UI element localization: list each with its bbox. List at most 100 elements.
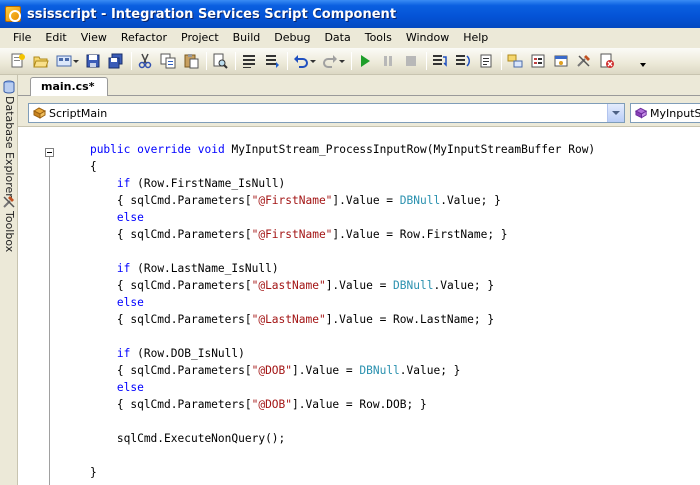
new-project-icon[interactable] xyxy=(56,53,72,69)
save-all-icon[interactable] xyxy=(108,53,124,69)
class-icon xyxy=(33,107,47,119)
code-token: (Row.FirstName_IsNull) xyxy=(130,177,286,190)
open-file-icon[interactable] xyxy=(33,53,49,69)
code-token: { sqlCmd.Parameters[ xyxy=(63,313,252,326)
menu-debug[interactable]: Debug xyxy=(267,28,317,48)
object-browser-icon[interactable] xyxy=(553,53,569,69)
code-token: } xyxy=(63,466,97,479)
code-token: ].Value = Row.DOB; } xyxy=(292,398,427,411)
toolbox-icon[interactable] xyxy=(576,53,592,69)
step-over-icon[interactable] xyxy=(455,53,471,69)
comment-icon[interactable] xyxy=(241,53,257,69)
code-token-kw: if xyxy=(116,347,131,360)
code-line[interactable]: else xyxy=(18,209,700,226)
code-line[interactable]: { sqlCmd.Parameters["@FirstName"].Value … xyxy=(18,226,700,243)
code-line[interactable]: { sqlCmd.Parameters["@FirstName"].Value … xyxy=(18,192,700,209)
code-editor[interactable]: public override void MyInputStream_Proce… xyxy=(18,127,700,485)
class-combo-value: ScriptMain xyxy=(49,106,108,120)
code-token-type: DBNull xyxy=(359,364,400,377)
code-token-str: "@LastName" xyxy=(251,313,326,326)
toolbar-overflow-button[interactable] xyxy=(638,52,648,70)
toolbar-separator xyxy=(287,52,288,70)
code-token: { sqlCmd.Parameters[ xyxy=(63,398,252,411)
code-line[interactable]: { sqlCmd.Parameters["@DOB"].Value = DBNu… xyxy=(18,362,700,379)
code-token-str: "@FirstName" xyxy=(251,194,333,207)
tab-main-cs[interactable]: main.cs* xyxy=(30,77,108,97)
database-explorer-tab[interactable]: Database Explorer xyxy=(1,77,17,198)
code-line[interactable]: { sqlCmd.Parameters["@DOB"].Value = Row.… xyxy=(18,396,700,413)
toolbar-separator xyxy=(351,52,352,70)
code-line[interactable]: sqlCmd.ExecuteNonQuery(); xyxy=(18,430,700,447)
menu-window[interactable]: Window xyxy=(399,28,456,48)
code-token: { xyxy=(63,160,97,173)
menu-edit[interactable]: Edit xyxy=(38,28,73,48)
code-line[interactable]: if (Row.FirstName_IsNull) xyxy=(18,175,700,192)
code-line[interactable]: public override void MyInputStream_Proce… xyxy=(18,141,700,158)
code-line[interactable]: { sqlCmd.Parameters["@LastName"].Value =… xyxy=(18,311,700,328)
code-line[interactable]: { sqlCmd.Parameters["@LastName"].Value =… xyxy=(18,277,700,294)
code-token: { sqlCmd.Parameters[ xyxy=(63,228,252,241)
code-token: sqlCmd.ExecuteNonQuery(); xyxy=(63,432,286,445)
code-line[interactable]: } xyxy=(18,464,700,481)
error-list-icon[interactable] xyxy=(599,53,615,69)
menu-refactor[interactable]: Refactor xyxy=(114,28,174,48)
undo-dropdown[interactable] xyxy=(310,53,316,69)
code-token: .Value; } xyxy=(399,364,461,377)
member-combo-value: MyInputSt xyxy=(650,106,700,120)
stop-icon[interactable] xyxy=(403,53,419,69)
toolbox-tab[interactable]: Toolbox xyxy=(1,192,17,252)
menu-project[interactable]: Project xyxy=(174,28,226,48)
code-line[interactable]: { xyxy=(18,158,700,175)
menu-data[interactable]: Data xyxy=(317,28,357,48)
uncomment-icon[interactable] xyxy=(264,53,280,69)
solution-explorer-icon[interactable] xyxy=(507,53,523,69)
undo-icon[interactable] xyxy=(293,53,309,69)
class-combo[interactable]: ScriptMain xyxy=(28,103,625,123)
code-line[interactable]: if (Row.DOB_IsNull) xyxy=(18,345,700,362)
code-line[interactable] xyxy=(18,447,700,464)
menu-help[interactable]: Help xyxy=(456,28,495,48)
window-title: ssisscript - Integration Services Script… xyxy=(27,6,397,22)
code-line[interactable] xyxy=(18,413,700,430)
code-token: ].Value = Row.FirstName; } xyxy=(332,228,508,241)
paste-icon[interactable] xyxy=(183,53,199,69)
menu-tools[interactable]: Tools xyxy=(358,28,399,48)
menu-view[interactable]: View xyxy=(74,28,114,48)
step-out-icon[interactable] xyxy=(478,53,494,69)
member-combo[interactable]: MyInputSt xyxy=(630,103,700,123)
new-project-dropdown[interactable] xyxy=(73,53,79,69)
code-line[interactable]: if (Row.LastName_IsNull) xyxy=(18,260,700,277)
code-line[interactable] xyxy=(18,243,700,260)
code-token-kw: else xyxy=(116,296,144,309)
menu-build[interactable]: Build xyxy=(226,28,268,48)
add-item-icon[interactable] xyxy=(10,53,26,69)
class-combo-dropdown-arrow[interactable] xyxy=(607,104,624,122)
save-icon[interactable] xyxy=(85,53,101,69)
properties-icon[interactable] xyxy=(530,53,546,69)
copy-icon[interactable] xyxy=(160,53,176,69)
menu-file[interactable]: File xyxy=(6,28,38,48)
redo-icon[interactable] xyxy=(322,53,338,69)
step-into-icon[interactable] xyxy=(432,53,448,69)
pause-icon[interactable] xyxy=(380,53,396,69)
code-token-kw: if xyxy=(116,177,131,190)
code-token-kw: public xyxy=(89,143,131,156)
app-icon[interactable] xyxy=(5,6,21,22)
start-debug-icon[interactable] xyxy=(357,53,373,69)
title-bar: ssisscript - Integration Services Script… xyxy=(0,0,700,28)
code-line[interactable]: else xyxy=(18,379,700,396)
find-icon[interactable] xyxy=(212,53,228,69)
code-line[interactable] xyxy=(18,328,700,345)
code-line[interactable]: else xyxy=(18,294,700,311)
code-token-str: "@DOB" xyxy=(251,398,293,411)
cut-icon[interactable] xyxy=(137,53,153,69)
redo-dropdown[interactable] xyxy=(339,53,345,69)
navigation-bar: ScriptMain MyInputSt xyxy=(18,96,700,127)
